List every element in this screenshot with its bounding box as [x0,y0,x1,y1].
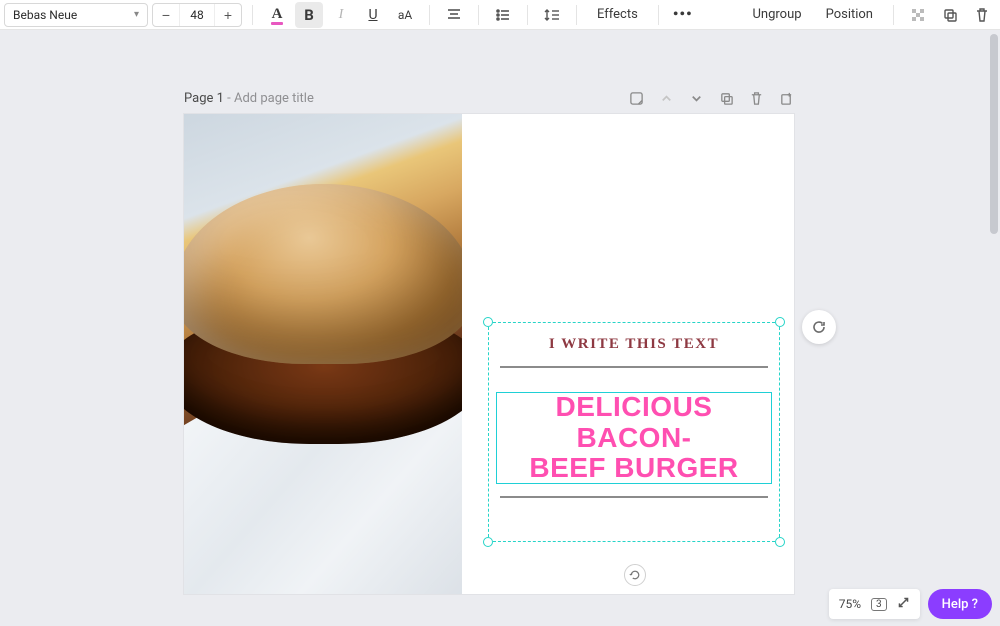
separator [527,5,528,25]
ungroup-button[interactable]: Ungroup [743,2,812,28]
copy-icon [942,7,958,23]
regenerate-button[interactable] [802,310,836,344]
zoom-control[interactable]: 75% 3 [829,589,920,619]
decrease-font-button[interactable]: − [153,4,179,26]
case-button[interactable]: aA [391,2,419,28]
page-title-placeholder: Add page title [234,91,314,106]
add-page-icon [779,91,794,106]
help-button[interactable]: Help ? [928,589,992,619]
separator [893,5,894,25]
expand-icon [897,596,910,609]
refresh-icon [811,319,827,335]
notes-button[interactable] [628,90,644,106]
position-button[interactable]: Position [816,2,883,28]
spacing-button[interactable] [538,2,566,28]
resize-handle-tr[interactable] [775,317,785,327]
page-title-area[interactable]: Page 1 - Add page title [184,91,314,106]
rotate-handle[interactable] [624,564,646,586]
duplicate-icon [719,91,734,106]
increase-font-button[interactable]: + [215,4,241,26]
bold-button[interactable]: B [295,2,323,28]
delete-button[interactable] [968,2,996,28]
text-toolbar: Bebas Neue ▾ − 48 + A B I U aA Effects •… [0,0,1000,30]
resize-handle-tl[interactable] [483,317,493,327]
separator [478,5,479,25]
separator [658,5,659,25]
editor-stage: Page 1 - Add page title I WRITE THIS TEX… [0,30,988,626]
more-button[interactable]: ••• [669,2,697,28]
group-selection-box[interactable] [488,322,780,542]
separator [429,5,430,25]
add-page-button[interactable] [778,90,794,106]
move-down-button[interactable] [688,90,704,106]
trash-icon [974,7,990,23]
delete-page-button[interactable] [748,90,764,106]
chevron-down-icon [689,91,704,106]
align-center-icon [446,7,462,23]
italic-button[interactable]: I [327,2,355,28]
duplicate-page-button[interactable] [718,90,734,106]
transparency-button[interactable] [904,2,932,28]
chevron-up-icon [659,91,674,106]
resize-handle-bl[interactable] [483,537,493,547]
font-size-value[interactable]: 48 [179,4,215,26]
notes-icon [629,91,644,106]
fullscreen-button[interactable] [897,596,910,612]
effects-button[interactable]: Effects [587,2,648,28]
move-up-button[interactable] [658,90,674,106]
page-number-label: Page 1 [184,91,224,106]
copy-style-button[interactable] [936,2,964,28]
underline-button[interactable]: U [359,2,387,28]
font-family-dropdown[interactable]: Bebas Neue ▾ [4,3,148,27]
rotate-icon [629,569,641,581]
bottom-bar: 75% 3 Help ? [829,586,992,622]
align-button[interactable] [440,2,468,28]
separator [252,5,253,25]
list-icon [495,7,511,23]
font-size-stepper: − 48 + [152,3,242,27]
page-actions [628,90,794,106]
vertical-scrollbar[interactable] [990,34,998,234]
page-count-badge[interactable]: 3 [871,598,887,611]
trash-icon [749,91,764,106]
burger-photo[interactable] [184,114,462,594]
design-canvas[interactable]: I WRITE THIS TEXT DELICIOUS BACON-BEEF B… [184,114,794,594]
font-family-label: Bebas Neue [13,8,77,22]
separator [576,5,577,25]
transparency-icon [910,7,926,23]
zoom-value: 75% [839,597,861,611]
chevron-down-icon: ▾ [134,9,139,20]
resize-handle-br[interactable] [775,537,785,547]
list-button[interactable] [489,2,517,28]
page-header-bar: Page 1 - Add page title [184,90,794,106]
line-spacing-icon [544,7,560,23]
text-color-button[interactable]: A [263,2,291,28]
